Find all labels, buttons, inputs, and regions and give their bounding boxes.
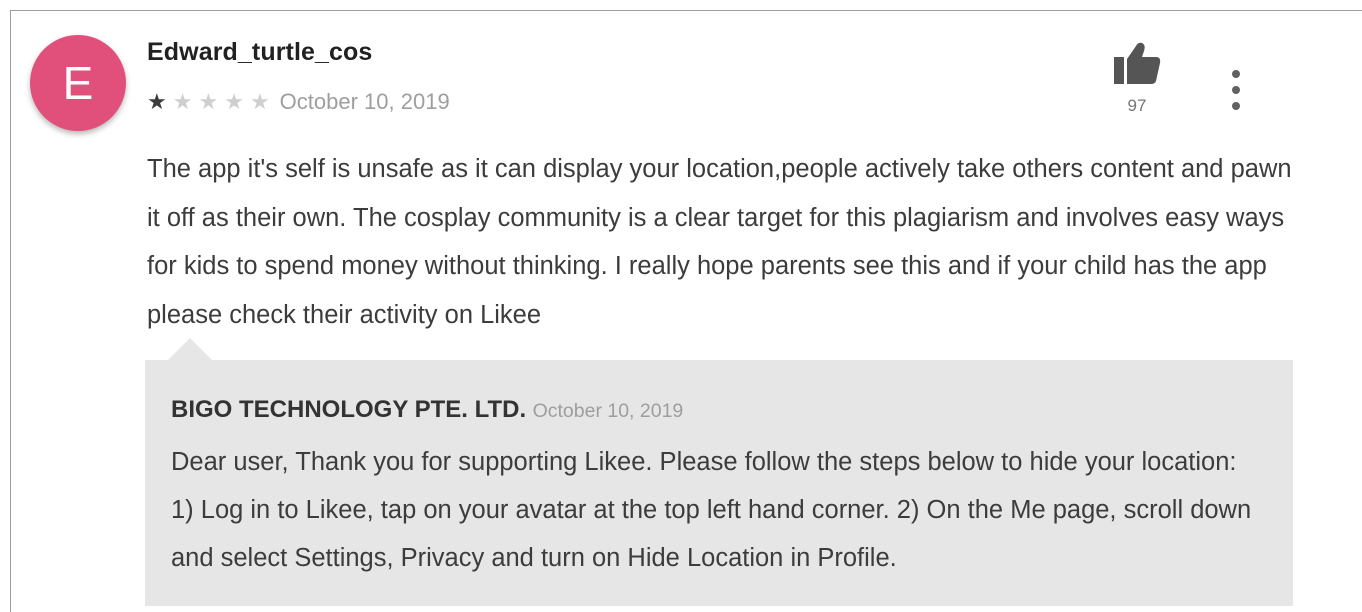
review-body: The app it's self is unsafe as it can di… bbox=[147, 155, 1292, 329]
star-icon-empty: ★ bbox=[224, 89, 244, 114]
more-options-icon[interactable] bbox=[1222, 70, 1250, 110]
reply-header: BIGO TECHNOLOGY PTE. LTD. October 10, 20… bbox=[171, 396, 683, 424]
star-icon-empty: ★ bbox=[249, 89, 270, 114]
star-rating: ★ ★ ★ ★ ★ October 10, 2019 bbox=[147, 88, 450, 116]
developer-name: BIGO TECHNOLOGY PTE. LTD. bbox=[171, 396, 527, 423]
star-icon-empty: ★ bbox=[198, 89, 219, 114]
reply-pointer bbox=[168, 338, 212, 360]
star-icon-filled: ★ bbox=[147, 89, 167, 114]
helpful-count: 97 bbox=[1127, 96, 1147, 115]
reply-body: Dear user, Thank you for supporting Like… bbox=[171, 448, 1252, 572]
reply-date: October 10, 2019 bbox=[532, 400, 684, 422]
thumbs-up-icon[interactable] bbox=[1112, 40, 1162, 86]
star-icon-empty: ★ bbox=[172, 89, 193, 114]
avatar[interactable]: E bbox=[30, 35, 126, 131]
developer-reply: BIGO TECHNOLOGY PTE. LTD. October 10, 20… bbox=[145, 360, 1293, 606]
review-date: October 10, 2019 bbox=[279, 89, 450, 114]
reviewer-name: Edward_turtle_cos bbox=[147, 38, 373, 66]
